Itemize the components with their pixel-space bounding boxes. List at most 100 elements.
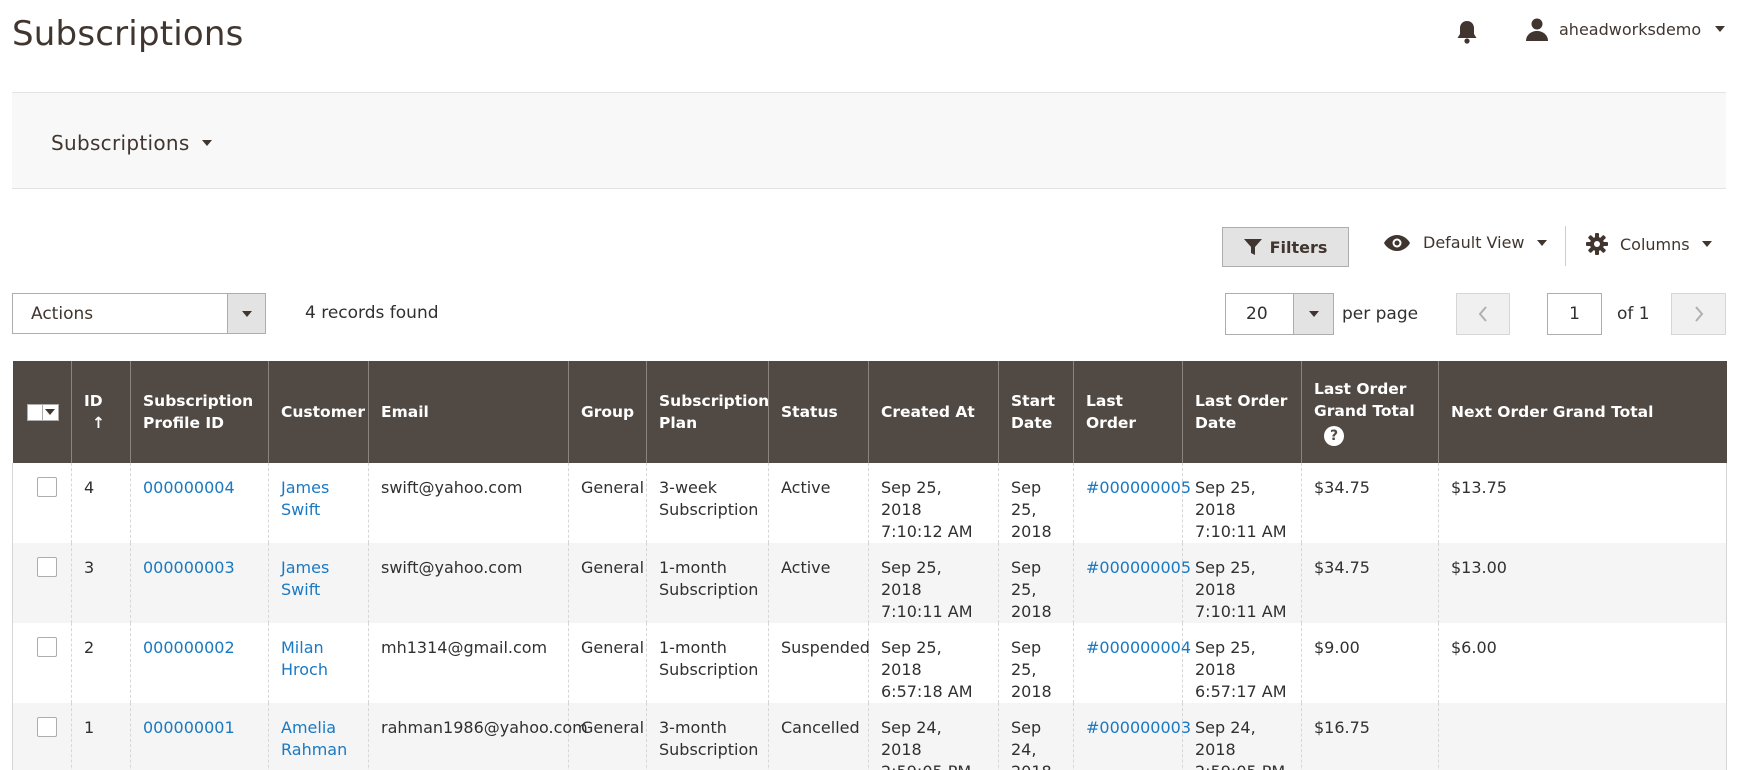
chevron-down-icon [45, 409, 56, 415]
filter-icon [1243, 239, 1262, 255]
mass-select-header[interactable] [12, 361, 72, 463]
sort-ascending-icon: ↑ [92, 414, 105, 432]
column-header-last-order-date[interactable]: Last Order Date [1182, 361, 1302, 463]
cell-last-order-total: $34.75 [1301, 543, 1439, 623]
column-header-id[interactable]: ID ↑ [71, 361, 131, 463]
last-order-link[interactable]: #000000003 [1086, 718, 1191, 737]
last-order-link[interactable]: #000000005 [1086, 558, 1191, 577]
filters-button[interactable]: Filters [1222, 227, 1349, 267]
subscriptions-switcher-bar: Subscriptions [12, 92, 1726, 189]
per-page-toggle[interactable] [1293, 294, 1333, 334]
column-header-plan[interactable]: Subscription Plan [646, 361, 769, 463]
cell-email: rahman1986@yahoo.com [368, 703, 588, 770]
profile-id-link[interactable]: 000000003 [143, 558, 235, 577]
row-checkbox[interactable] [37, 557, 57, 577]
filters-label: Filters [1269, 237, 1328, 257]
next-page-button[interactable] [1671, 293, 1726, 335]
user-icon [1526, 18, 1548, 41]
customer-link[interactable]: James Swift [281, 558, 329, 599]
cell-status: Suspended [768, 623, 870, 703]
last-order-link[interactable]: #000000005 [1086, 478, 1191, 497]
last-order-link[interactable]: #000000004 [1086, 638, 1191, 657]
cell-group: General [568, 463, 647, 543]
cell-last-order-total: $9.00 [1301, 623, 1439, 703]
per-page-select[interactable]: 20 [1225, 293, 1334, 335]
cell-email: mh1314@gmail.com [368, 623, 569, 703]
row-checkbox[interactable] [37, 477, 57, 497]
cell-group: General [568, 703, 647, 770]
cell-start-date: Sep 25, 2018 [998, 463, 1074, 543]
cell-email: swift@yahoo.com [368, 543, 569, 623]
help-icon[interactable]: ? [1324, 426, 1344, 446]
column-header-last-order-grand-total[interactable]: Last Order Grand Total? [1301, 361, 1439, 463]
column-header-profile-id[interactable]: Subscription Profile ID [130, 361, 269, 463]
profile-id-link[interactable]: 000000002 [143, 638, 235, 657]
cell-id: 3 [71, 543, 131, 623]
columns-label: Columns [1620, 234, 1690, 254]
column-header-last-order[interactable]: Last Order [1073, 361, 1183, 463]
cell-created-at: Sep 25, 2018 6:57:18 AM [868, 623, 999, 703]
eye-icon [1384, 234, 1410, 251]
cell-last-order-date: Sep 24, 2018 2:59:05 PM [1182, 703, 1302, 770]
cell-plan: 1-month Subscription [646, 623, 769, 703]
cell-next-order-total: $13.75 [1438, 463, 1727, 543]
chevron-right-icon [1694, 306, 1703, 322]
previous-page-button[interactable] [1456, 293, 1510, 335]
notifications-bell-icon[interactable] [1455, 19, 1479, 45]
customer-link[interactable]: Milan Hroch [281, 638, 328, 679]
customer-link[interactable]: Amelia Rahman [281, 718, 347, 759]
subscriptions-switcher-label: Subscriptions [51, 131, 190, 155]
columns-dropdown[interactable]: Columns [1586, 233, 1712, 255]
grid-header-row: ID ↑ Subscription Profile ID Customer Em… [12, 361, 1727, 463]
profile-id-link[interactable]: 000000004 [143, 478, 235, 497]
cell-status: Active [768, 463, 869, 543]
cell-next-order-total: $6.00 [1438, 623, 1727, 703]
row-checkbox[interactable] [37, 717, 57, 737]
chevron-down-icon [1715, 26, 1726, 32]
username-label: aheadworksdemo [1559, 19, 1702, 39]
cell-last-order-total: $16.75 [1301, 703, 1439, 770]
page-total-label: of 1 [1617, 304, 1650, 324]
cell-last-order-date: Sep 25, 2018 7:10:11 AM [1182, 543, 1302, 623]
select-all-checkbox[interactable] [26, 403, 43, 421]
chevron-left-icon [1478, 306, 1487, 322]
current-page-input[interactable]: 1 [1547, 293, 1602, 335]
chevron-down-icon [1536, 239, 1547, 246]
cell-id: 2 [71, 623, 131, 703]
default-view-dropdown[interactable]: Default View [1383, 233, 1547, 252]
subscriptions-switcher[interactable]: Subscriptions [51, 131, 212, 155]
table-row: 1 000000001 Amelia Rahman rahman1986@yah… [12, 703, 1727, 770]
mass-select-toggle[interactable] [26, 403, 59, 421]
select-all-dropdown[interactable] [42, 403, 59, 421]
cell-created-at: Sep 25, 2018 7:10:12 AM [868, 463, 999, 543]
cell-status: Active [768, 543, 869, 623]
column-header-next-order-grand-total[interactable]: Next Order Grand Total [1438, 361, 1727, 463]
chevron-down-icon [201, 140, 212, 146]
cell-next-order-total: $13.00 [1438, 543, 1727, 623]
profile-id-link[interactable]: 000000001 [143, 718, 235, 737]
per-page-value: 20 [1246, 304, 1268, 324]
mass-actions-toggle[interactable] [227, 294, 265, 333]
chevron-down-icon [1701, 241, 1712, 247]
mass-actions-select[interactable]: Actions [12, 293, 266, 334]
records-count: 4 records found [305, 303, 439, 323]
cell-start-date: Sep 25, 2018 [998, 543, 1074, 623]
cell-email: swift@yahoo.com [368, 463, 569, 543]
per-page-label: per page [1342, 304, 1419, 324]
column-header-created-at[interactable]: Created At [868, 361, 999, 463]
column-header-status[interactable]: Status [768, 361, 869, 463]
cell-plan: 1-month Subscription [646, 543, 769, 623]
cell-status: Cancelled [768, 703, 869, 770]
row-checkbox[interactable] [37, 637, 57, 657]
column-header-customer[interactable]: Customer [268, 361, 369, 463]
column-header-email[interactable]: Email [368, 361, 569, 463]
cell-next-order-total [1438, 703, 1727, 770]
gear-icon [1586, 233, 1608, 255]
column-header-start-date[interactable]: Start Date [998, 361, 1074, 463]
customer-link[interactable]: James Swift [281, 478, 329, 519]
cell-last-order-date: Sep 25, 2018 6:57:17 AM [1182, 623, 1302, 703]
column-header-group[interactable]: Group [568, 361, 647, 463]
cell-created-at: Sep 24, 2018 2:59:05 PM [868, 703, 999, 770]
user-account-menu[interactable]: aheadworksdemo [1525, 17, 1726, 41]
cell-group: General [568, 543, 647, 623]
